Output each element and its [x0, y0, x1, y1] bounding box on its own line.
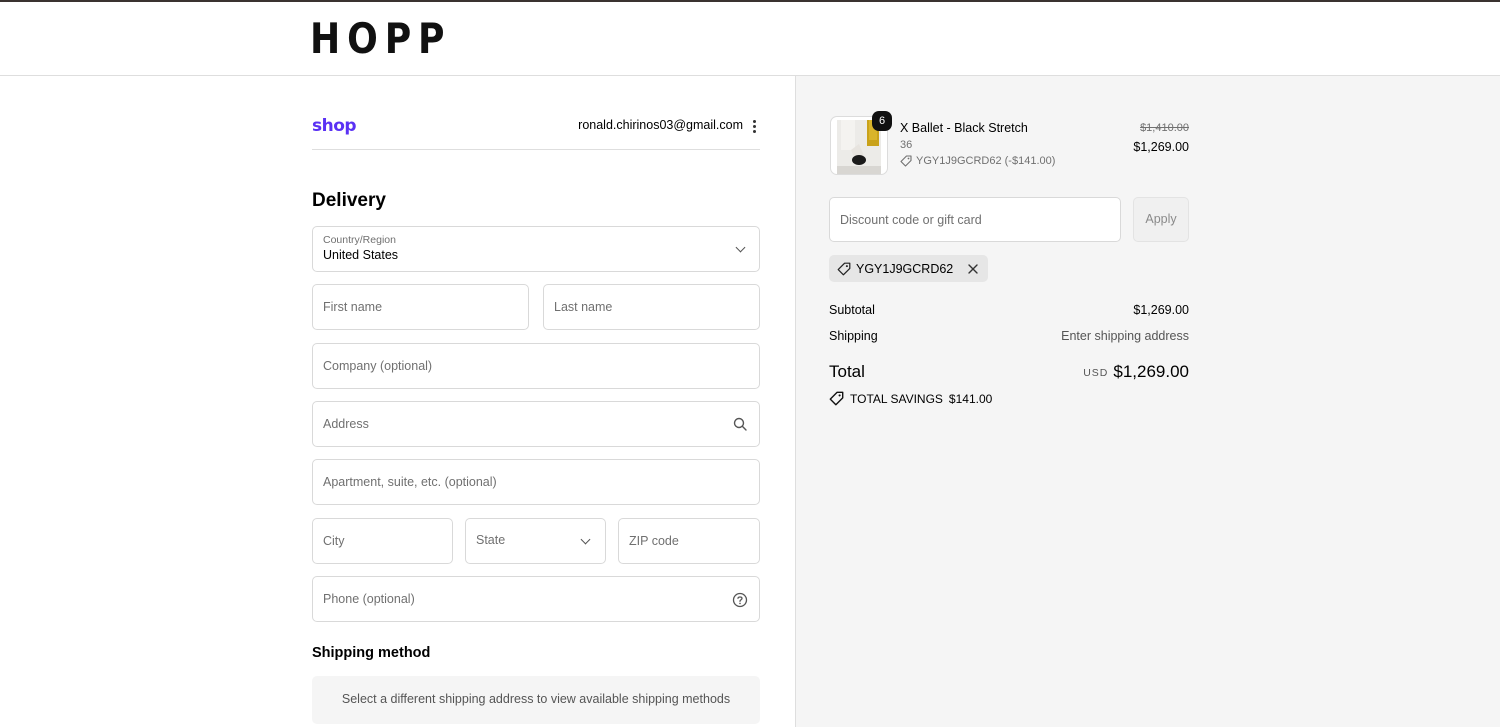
total-value: $1,269.00 — [1113, 362, 1189, 381]
account-email: ronald.chirinos03@gmail.com — [578, 118, 743, 132]
company-field[interactable]: Company (optional) — [312, 343, 760, 389]
chevron-down-icon — [580, 534, 591, 545]
total-amount: USD $1,269.00 — [1000, 362, 1189, 382]
product-discount: YGY1J9GCRD62 (-$141.00) — [900, 155, 1055, 167]
applied-discount-code: YGY1J9GCRD62 — [856, 261, 954, 276]
last-name-field[interactable]: Last name — [543, 284, 760, 330]
address-placeholder: Address — [323, 417, 369, 431]
product-variant: 36 — [900, 139, 913, 151]
original-price: $1,410.00 — [1140, 122, 1189, 134]
chevron-down-icon — [735, 242, 746, 253]
savings-value: $141.00 — [948, 391, 993, 406]
applied-discount-chip: YGY1J9GCRD62 — [829, 255, 989, 282]
shipping-notice-text: Select a different shipping address to v… — [341, 692, 731, 706]
shipping-method-heading: Shipping method — [312, 645, 431, 661]
apartment-field[interactable]: Apartment, suite, etc. (optional) — [312, 459, 760, 505]
product-discount-text: YGY1J9GCRD62 (-$141.00) — [916, 155, 1056, 167]
apply-discount-button[interactable]: Apply — [1133, 197, 1189, 242]
account-divider — [312, 149, 760, 150]
total-savings: TOTAL SAVINGS $141.00 — [829, 391, 992, 406]
tag-icon — [900, 155, 912, 167]
tag-icon — [829, 391, 844, 406]
shipping-value: Enter shipping address — [1061, 329, 1189, 343]
discount-code-input[interactable]: Discount code or gift card — [829, 197, 1121, 242]
company-placeholder: Company (optional) — [323, 359, 433, 373]
discount-code-placeholder: Discount code or gift card — [840, 213, 982, 227]
last-name-placeholder: Last name — [554, 300, 613, 314]
help-circle-icon[interactable] — [732, 592, 748, 608]
zip-field[interactable]: ZIP code — [618, 518, 760, 564]
site-header: HOPP — [0, 2, 1500, 76]
total-label: Total — [829, 362, 865, 381]
city-field[interactable]: City — [312, 518, 453, 564]
apartment-placeholder: Apartment, suite, etc. (optional) — [323, 475, 497, 489]
currency-code: USD — [1083, 367, 1109, 379]
first-name-placeholder: First name — [323, 300, 383, 314]
savings-label: TOTAL SAVINGS — [850, 391, 943, 406]
delivery-heading: Delivery — [312, 190, 386, 211]
state-placeholder: State — [476, 533, 506, 547]
shop-pay-logo: shop — [312, 116, 357, 136]
city-placeholder: City — [323, 534, 345, 548]
kebab-menu-icon[interactable] — [748, 118, 760, 134]
shipping-label: Shipping — [829, 329, 878, 343]
country-value: United States — [323, 248, 399, 262]
shipping-method-notice: Select a different shipping address to v… — [312, 676, 760, 724]
discounted-price: $1,269.00 — [1133, 140, 1189, 154]
close-icon[interactable] — [966, 262, 980, 276]
country-label: Country/Region — [323, 234, 396, 246]
brand-logo[interactable]: HOPP — [310, 18, 451, 60]
phone-field[interactable]: Phone (optional) — [312, 576, 760, 622]
first-name-field[interactable]: First name — [312, 284, 529, 330]
search-icon — [733, 417, 747, 431]
product-name: X Ballet - Black Stretch — [900, 121, 1028, 135]
address-field[interactable]: Address — [312, 401, 760, 447]
state-select[interactable]: State — [465, 518, 606, 564]
country-select[interactable]: Country/Region United States — [312, 226, 760, 272]
subtotal-value: $1,269.00 — [1133, 303, 1189, 317]
quantity-badge: 6 — [872, 111, 892, 131]
subtotal-label: Subtotal — [829, 303, 875, 317]
phone-placeholder: Phone (optional) — [323, 592, 415, 606]
tag-icon — [837, 262, 851, 275]
zip-placeholder: ZIP code — [629, 534, 679, 548]
